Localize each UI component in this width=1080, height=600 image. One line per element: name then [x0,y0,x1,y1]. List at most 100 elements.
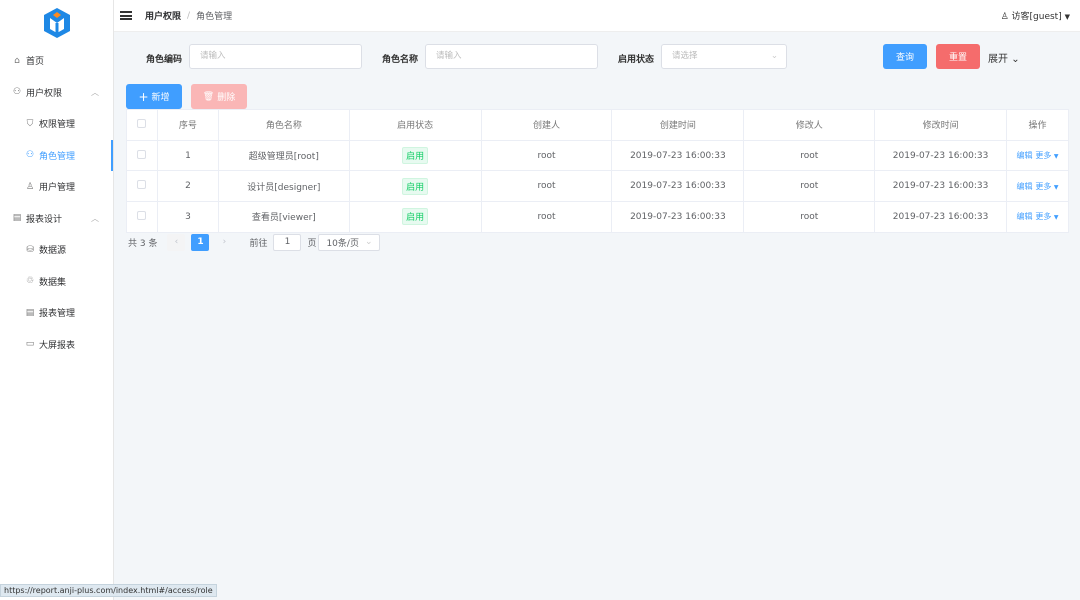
page-unit-label: 页 [307,238,317,249]
logo[interactable] [0,0,113,45]
expand-label: 展开 [988,54,1008,65]
sidebar-icon: ⚇ [12,87,22,98]
table-row: 2 设计员[designer] 启用 root 2019-07-23 16:00… [126,170,1069,203]
edit-link[interactable]: 编辑 [1016,182,1032,191]
sidebar-icon: ▤ [25,307,35,318]
table-row: 3 查看员[viewer] 启用 root 2019-07-23 16:00:3… [126,201,1069,233]
trash-icon: 🗑 [202,91,215,102]
user-icon: ♙ [1000,12,1009,22]
column-header: 创建时间 [611,109,745,141]
more-label: 更多 [1035,181,1052,191]
sidebar-item-label: 用户管理 [39,183,76,194]
caret-down-icon: ▼ [1053,153,1059,161]
more-dropdown[interactable]: 更多 ▼ [1035,212,1058,221]
status-label: 启用状态 [618,55,655,65]
column-header: 修改人 [743,109,876,141]
cell-modifier: root [743,170,876,203]
logo-icon [43,7,70,38]
more-label: 更多 [1035,212,1052,222]
caret-down-icon: ▼ [1053,183,1059,191]
chevron-down-icon: ⌄ [364,237,373,247]
sidebar-icon: ♲ [25,276,35,287]
breadcrumb-parent[interactable]: 用户权限 [145,9,181,22]
sidebar: ⌂ 首页 ⚇ 用户权限 ︿ ⛉ 权限管理 ⚇ 角色管理 ♙ 用户管理 ▤ 报表设计 ︿ ⛁ 数据源 ♲ 数据集 ▤ 报… [0,0,114,600]
cell-no: 2 [156,170,219,203]
sidebar-icon: ⚇ [25,150,35,161]
sidebar-item-label: 用户权限 [26,88,63,99]
expand-toggle[interactable]: 展开 ⌄ [988,50,1020,65]
cell-status: 启用 [348,170,482,203]
user-name: 访客[guest] [1011,12,1062,22]
sidebar-item[interactable]: ♙ 用户管理 [0,171,113,203]
goto-page-input[interactable]: 1 [273,233,302,251]
role-code-input[interactable]: 请输入 [189,44,362,69]
sidebar-item-label: 报表设计 [26,214,63,225]
cell-creator: root [480,170,613,203]
query-button[interactable]: 查询 [883,44,927,69]
goto-label: 前往 [249,238,268,249]
page-size-select[interactable]: 10条/页 ⌄ [318,233,381,251]
delete-label: 删除 [217,93,236,103]
sidebar-item[interactable]: ⌂ 首页 [0,45,113,77]
column-header: 启用状态 [348,109,482,141]
sidebar-icon: ⌂ [14,55,20,66]
sidebar-item[interactable]: ▤ 报表设计 ︿ [0,203,113,235]
cell-modifier: root [743,139,876,172]
row-checkbox[interactable] [126,201,158,233]
add-button[interactable]: + 新增 [126,84,182,109]
more-label: 更多 [1035,151,1052,161]
role-name-input[interactable]: 请输入 [425,44,598,69]
cell-no: 3 [156,201,219,233]
menu-toggle-icon[interactable] [120,11,132,20]
user-menu[interactable]: ♙ 访客[guest] ▼ [1001,9,1070,22]
cell-name: 设计员[designer] [217,170,350,203]
caret-down-icon: ▼ [1064,13,1070,21]
caret-down-icon: ▼ [1053,214,1059,222]
plus-icon: + [138,89,149,104]
sidebar-item[interactable]: ⚇ 用户权限 ︿ [0,77,113,109]
chevron-up-icon: ︿ [91,213,99,223]
cell-creator: root [480,201,613,233]
cell-modified: 2019-07-23 16:00:33 [874,139,1008,172]
roles-table: 序号 角色名称 启用状态 创建人 创建时间 修改人 修改时间 操作 1 超级管理员[root]… [126,109,1069,233]
sidebar-item-label: 大屏报表 [39,340,76,351]
sidebar-item[interactable]: ⛁ 数据源 [0,234,113,266]
sidebar-item[interactable]: ▤ 报表管理 [0,297,113,329]
sidebar-item-label: 报表管理 [39,309,76,320]
prev-page-button[interactable]: ‹ [167,233,186,251]
role-code-label: 角色编码 [146,55,183,65]
chevron-down-icon: ⌄ [1011,54,1020,65]
next-page-button[interactable]: › [215,234,233,251]
page-1[interactable]: 1 [191,233,210,251]
more-dropdown[interactable]: 更多 ▼ [1035,151,1058,160]
breadcrumb-current: 角色管理 [196,12,233,22]
row-checkbox[interactable] [126,139,158,172]
row-checkbox[interactable] [126,170,158,203]
add-label: 新增 [151,93,170,103]
status-select[interactable]: 请选择 ⌄ [661,44,787,69]
column-header: 序号 [156,109,219,141]
sidebar-item[interactable]: ⚇ 角色管理 [0,139,113,171]
sidebar-item-label: 角色管理 [39,151,76,162]
delete-button[interactable]: 🗑 删除 [191,84,247,109]
edit-link[interactable]: 编辑 [1016,151,1032,160]
sidebar-icon: ⛁ [26,244,34,255]
sidebar-item[interactable]: ♲ 数据集 [0,266,113,298]
column-header: 角色名称 [217,109,350,141]
chevron-up-icon: ︿ [91,87,99,97]
chevron-down-icon: ⌄ [770,51,778,61]
select-all-checkbox[interactable] [126,109,158,141]
sidebar-item[interactable]: ▭ 大屏报表 [0,329,113,361]
more-dropdown[interactable]: 更多 ▼ [1035,182,1058,191]
sidebar-item-label: 权限管理 [39,120,76,131]
sidebar-item[interactable]: ⛉ 权限管理 [0,108,113,140]
sidebar-icon: ▤ [12,213,22,224]
status-bar-url: https://report.anji-plus.com/index.html#… [0,584,217,597]
column-header: 操作 [1006,109,1069,141]
sidebar-icon: ▭ [25,339,35,350]
edit-link[interactable]: 编辑 [1016,212,1032,221]
cell-created: 2019-07-23 16:00:33 [611,170,745,203]
cell-actions: 编辑 更多 ▼ [1006,201,1069,233]
sidebar-icon: ♙ [25,181,35,192]
reset-button[interactable]: 重置 [936,44,980,69]
